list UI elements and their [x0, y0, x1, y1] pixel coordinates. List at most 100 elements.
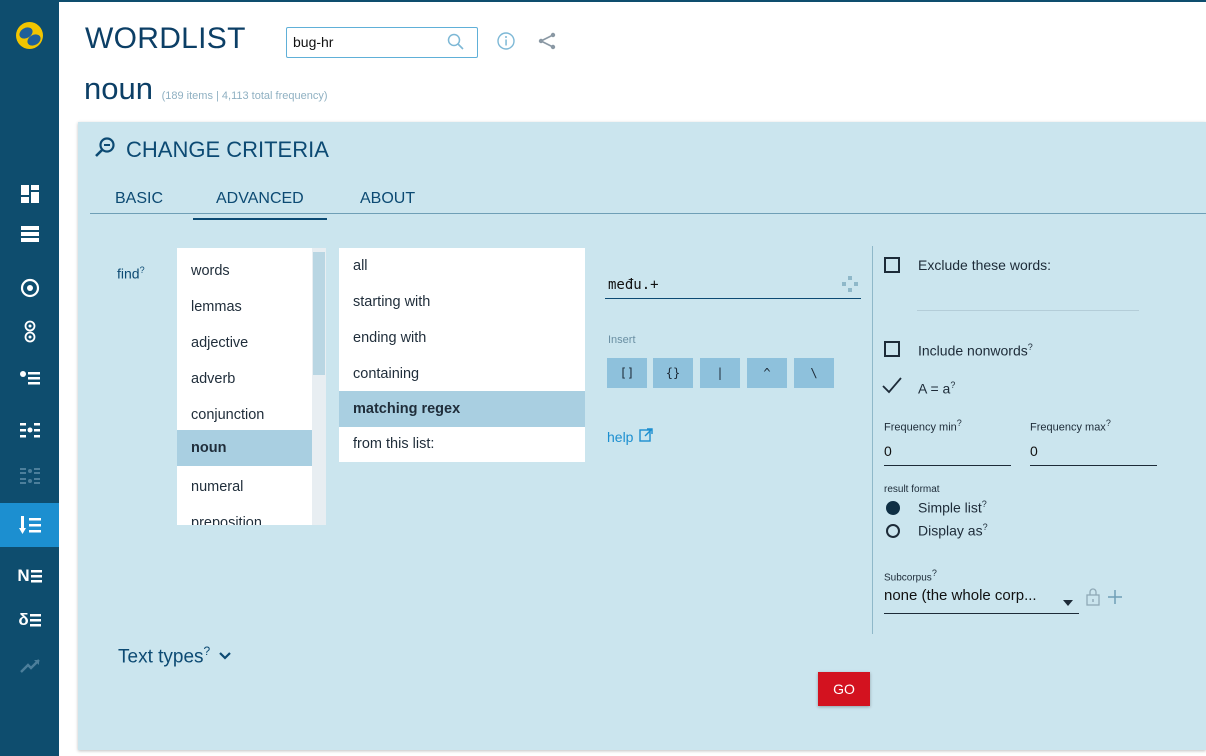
text-types-label: Text types?: [118, 644, 210, 668]
help-link-text[interactable]: help: [607, 429, 633, 445]
display-as-help[interactable]: ?: [983, 522, 988, 532]
subcorpus-label-text: Subcorpus: [884, 572, 932, 584]
insert-label: Insert: [608, 334, 636, 346]
concordance-icon[interactable]: [0, 214, 59, 254]
trends-list-icon[interactable]: [0, 456, 59, 496]
display-as-radio[interactable]: [886, 524, 900, 538]
text-types-toggle[interactable]: Text types?: [118, 644, 232, 668]
insert-caret-button[interactable]: ^: [747, 358, 787, 388]
parallel-concordance-icon[interactable]: [0, 410, 59, 450]
case-help[interactable]: ?: [950, 380, 955, 390]
list-item-selected[interactable]: matching regex: [339, 391, 585, 427]
freq-max-input[interactable]: 0: [1030, 441, 1157, 466]
keywords-icon[interactable]: N: [0, 556, 59, 596]
criteria-title[interactable]: CHANGE CRITERIA: [94, 136, 329, 164]
list-item[interactable]: starting with: [339, 288, 585, 316]
thesaurus-icon[interactable]: [0, 358, 59, 398]
freq-max-label-text: Frequency max: [1030, 421, 1106, 434]
freq-min-label-text: Frequency min: [884, 421, 957, 434]
trends-icon[interactable]: [0, 646, 59, 686]
virtual-keyboard-icon[interactable]: [841, 275, 859, 298]
ngrams-icon[interactable]: δ: [0, 600, 59, 640]
display-as-text: Display as: [918, 522, 983, 539]
freq-max-help[interactable]: ?: [1106, 418, 1111, 428]
top-border: [59, 0, 1206, 2]
list-item[interactable]: words: [177, 258, 312, 284]
lock-icon[interactable]: [1086, 588, 1100, 611]
attribute-list[interactable]: words lemmas adjective adverb conjunctio…: [177, 248, 326, 525]
list-item[interactable]: lemmas: [177, 294, 312, 320]
subcorpus-help[interactable]: ?: [932, 568, 937, 578]
attribute-list-scroll-thumb[interactable]: [313, 252, 325, 375]
help-link[interactable]: help: [607, 428, 654, 445]
regex-input[interactable]: među.+: [605, 269, 861, 299]
insert-braces-button[interactable]: {}: [653, 358, 693, 388]
find-help[interactable]: ?: [140, 265, 145, 275]
chevron-down-icon: [218, 645, 232, 667]
case-label-text: A = a: [918, 380, 951, 397]
include-nonwords-text: Include nonwords: [918, 342, 1028, 359]
regex-value[interactable]: među.+: [608, 277, 659, 293]
list-item[interactable]: from this list:: [339, 430, 585, 458]
simple-list-help[interactable]: ?: [982, 499, 987, 509]
freq-min-input[interactable]: 0: [884, 441, 1011, 466]
list-item-selected[interactable]: noun: [177, 430, 312, 466]
simple-list-radio[interactable]: [886, 501, 900, 515]
heading-summary: (189 items | 4,113 total frequency): [161, 90, 328, 102]
info-icon[interactable]: [496, 31, 516, 56]
criteria-title-text: CHANGE CRITERIA: [126, 137, 329, 162]
list-item[interactable]: preposition: [177, 510, 312, 525]
corpus-input[interactable]: [293, 34, 443, 50]
find-label: find?: [117, 265, 145, 282]
page-heading: noun (189 items | 4,113 total frequency): [84, 72, 328, 113]
exclude-checkbox[interactable]: [884, 257, 900, 273]
tab-about[interactable]: ABOUT: [360, 190, 415, 214]
insert-pipe-button[interactable]: |: [700, 358, 740, 388]
freq-min-label: Frequency min?: [884, 418, 962, 434]
match-mode-list[interactable]: all starting with ending with containing…: [339, 248, 585, 462]
result-format-label: result format: [884, 484, 940, 495]
text-types-help[interactable]: ?: [204, 644, 211, 658]
insert-backslash-button[interactable]: \: [794, 358, 834, 388]
tab-divider: [90, 213, 1206, 214]
tab-advanced[interactable]: ADVANCED: [193, 190, 327, 220]
exclude-label: Exclude these words:: [918, 257, 1052, 273]
display-as-label: Display as?: [918, 522, 988, 539]
exclude-words-input[interactable]: [917, 310, 1139, 311]
app-root: N δ WORDLIST noun (189 items | 4,113 tot…: [0, 0, 1206, 756]
app-logo[interactable]: [16, 22, 43, 49]
freq-min-help[interactable]: ?: [957, 418, 962, 428]
simple-list-text: Simple list: [918, 499, 982, 516]
include-nonwords-help[interactable]: ?: [1028, 342, 1033, 352]
list-item[interactable]: ending with: [339, 324, 585, 352]
find-label-text: find: [117, 265, 140, 282]
list-item[interactable]: containing: [339, 360, 585, 388]
list-item[interactable]: numeral: [177, 474, 312, 500]
wordlist-icon[interactable]: [0, 503, 59, 547]
dropdown-arrow-icon: [1063, 593, 1073, 610]
checkmark-icon[interactable]: [881, 376, 903, 399]
list-item[interactable]: all: [339, 252, 585, 280]
subcorpus-value: none (the whole corp...: [884, 587, 1037, 604]
subcorpus-select[interactable]: none (the whole corp...: [884, 587, 1079, 614]
corpus-search-box[interactable]: [286, 27, 478, 58]
criteria-panel: CHANGE CRITERIA BASIC ADVANCED ABOUT fin…: [78, 122, 1206, 750]
include-nonwords-checkbox[interactable]: [884, 341, 900, 357]
text-types-text: Text types: [118, 646, 204, 668]
go-button[interactable]: GO: [818, 672, 870, 706]
sidebar: N δ: [0, 0, 59, 756]
vertical-divider: [872, 246, 873, 634]
search-icon[interactable]: [447, 33, 465, 56]
insert-brackets-button[interactable]: []: [607, 358, 647, 388]
list-item[interactable]: conjunction: [177, 402, 312, 428]
include-nonwords-label: Include nonwords?: [918, 342, 1033, 359]
case-insensitive-label: A = a?: [918, 380, 955, 397]
list-item[interactable]: adverb: [177, 366, 312, 392]
list-item[interactable]: adjective: [177, 330, 312, 356]
sketch-diff-icon[interactable]: [0, 312, 59, 352]
dashboard-icon[interactable]: [0, 174, 59, 214]
word-sketch-icon[interactable]: [0, 268, 59, 308]
share-icon[interactable]: [537, 31, 557, 56]
add-subcorpus-icon[interactable]: [1107, 589, 1123, 610]
tab-basic[interactable]: BASIC: [115, 190, 163, 214]
